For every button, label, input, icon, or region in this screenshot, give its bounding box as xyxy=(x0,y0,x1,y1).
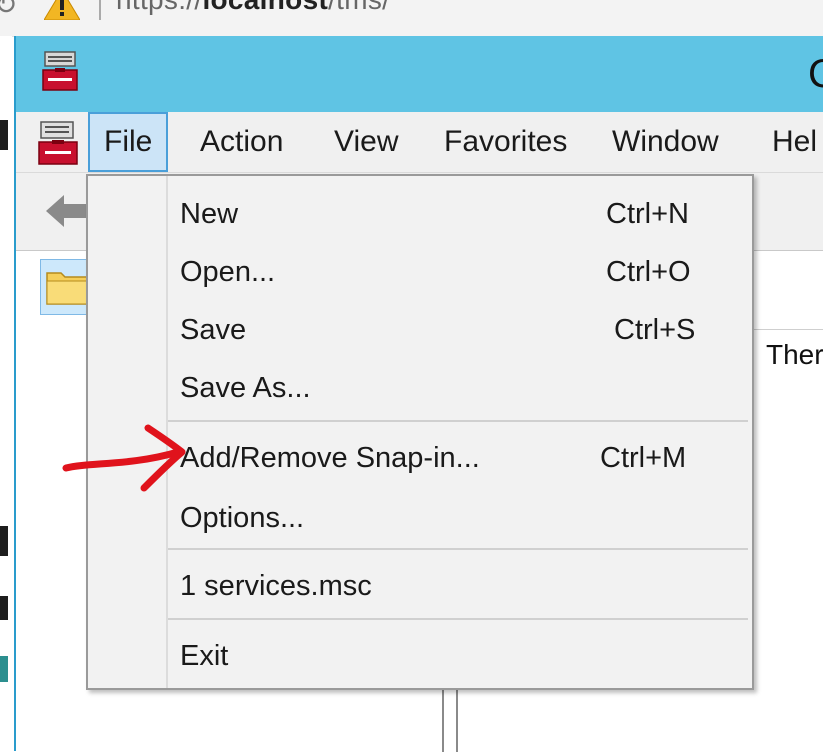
menu-item-save[interactable]: Save Ctrl+S xyxy=(168,304,752,358)
page-edge-strip xyxy=(0,36,12,751)
page-fragment xyxy=(0,656,8,682)
menu-item-options[interactable]: Options... xyxy=(168,492,752,546)
back-arrow-icon[interactable] xyxy=(46,193,86,229)
menu-action[interactable]: Action xyxy=(200,112,283,172)
menu-separator xyxy=(168,420,748,422)
menu-separator xyxy=(168,618,748,620)
menu-item-save-as[interactable]: Save As... xyxy=(168,362,752,416)
menu-item-shortcut: Ctrl+N xyxy=(606,198,689,230)
address-separator xyxy=(99,0,101,20)
menu-item-label: Add/Remove Snap-in... xyxy=(180,442,480,474)
menu-item-label: 1 services.msc xyxy=(180,570,372,602)
url-path: /tms/ xyxy=(328,0,390,15)
menu-item-label: Options... xyxy=(180,502,305,534)
menu-item-label: New xyxy=(180,198,239,230)
menu-view[interactable]: View xyxy=(334,112,398,172)
menu-item-recent-file[interactable]: 1 services.msc xyxy=(168,560,752,614)
console-icon[interactable] xyxy=(38,120,78,166)
page-fragment xyxy=(0,596,8,620)
title-bar[interactable]: C xyxy=(16,36,823,112)
menu-separator xyxy=(168,548,748,550)
url-prefix: https:// xyxy=(116,0,202,15)
page-fragment xyxy=(0,120,8,150)
menu-item-add-remove-snap-in[interactable]: Add/Remove Snap-in... Ctrl+M xyxy=(168,432,752,486)
window-title: C xyxy=(808,52,823,96)
menu-item-label: Open... xyxy=(180,256,276,288)
menu-item-shortcut: Ctrl+O xyxy=(606,256,691,288)
menu-item-exit[interactable]: Exit xyxy=(168,630,752,684)
menu-window[interactable]: Window xyxy=(612,112,719,172)
mmc-toolbox-icon xyxy=(42,51,78,91)
menu-item-label: Save xyxy=(180,314,247,346)
menu-item-new[interactable]: New Ctrl+N xyxy=(168,188,752,242)
menu-item-shortcut: Ctrl+S xyxy=(614,314,696,346)
menu-item-label: Exit xyxy=(180,640,229,672)
menu-favorites[interactable]: Favorites xyxy=(444,112,567,172)
url-text[interactable]: https://localhost/tms/ xyxy=(116,0,390,16)
menu-help[interactable]: Hel xyxy=(772,112,817,172)
results-message: Ther xyxy=(766,339,823,370)
menu-file[interactable]: File xyxy=(88,112,169,172)
reload-icon[interactable]: ↻ xyxy=(0,0,17,21)
menu-bar: File Action View Favorites Window Hel xyxy=(16,112,823,172)
menu-item-label: Save As... xyxy=(180,372,311,404)
folder-icon[interactable] xyxy=(46,267,88,305)
file-menu: New Ctrl+N Open... Ctrl+O Save Ctrl+S Sa… xyxy=(86,174,754,690)
page-fragment xyxy=(0,526,8,556)
menu-icon-gutter xyxy=(88,176,168,688)
browser-address-bar: ↻ https://localhost/tms/ xyxy=(0,0,823,37)
url-host: localhost xyxy=(202,0,328,15)
menu-item-open[interactable]: Open... Ctrl+O xyxy=(168,246,752,300)
menu-item-shortcut: Ctrl+M xyxy=(600,442,687,474)
warning-icon[interactable] xyxy=(44,0,80,20)
